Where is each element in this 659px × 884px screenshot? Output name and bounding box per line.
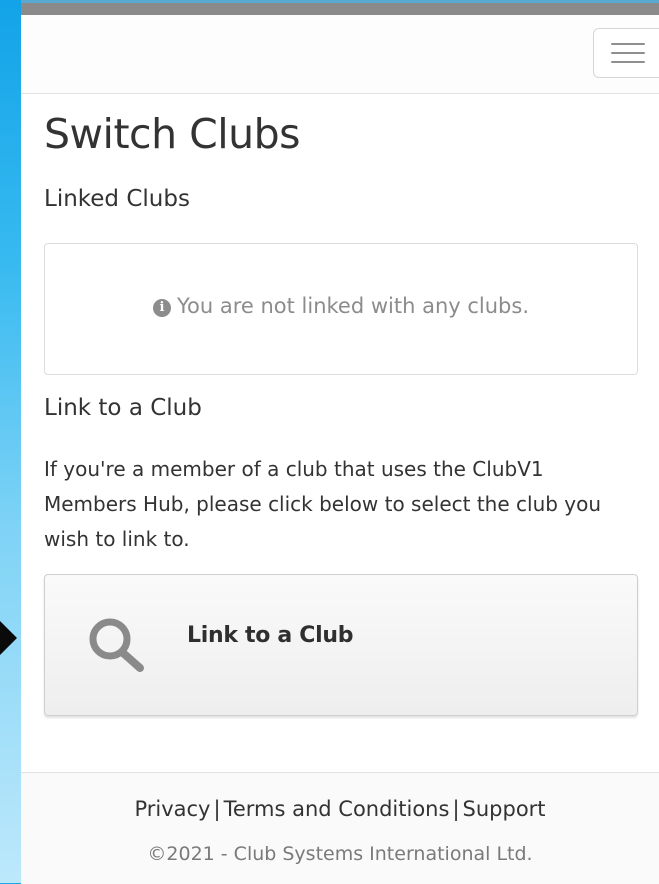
footer-links: Privacy | Terms and Conditions | Support [21, 797, 659, 821]
linked-clubs-heading: Linked Clubs [44, 186, 190, 212]
link-to-club-button-label: Link to a Club [187, 623, 354, 648]
page-title: Switch Clubs [44, 110, 300, 158]
pointer-arrow-icon [0, 621, 17, 655]
background-left-strip [0, 0, 21, 883]
link-to-club-heading: Link to a Club [44, 395, 202, 421]
footer-separator: | [213, 797, 221, 821]
info-circle-icon: i [152, 299, 171, 317]
empty-state-message: You are not linked with any clubs. [176, 294, 530, 318]
menu-toggle-button[interactable] [593, 28, 659, 78]
top-bar [21, 0, 659, 15]
link-to-club-button[interactable]: Link to a Club [44, 574, 638, 716]
link-description: If you're a member of a club that uses t… [44, 457, 602, 551]
navbar [21, 15, 659, 94]
copyright-text: ©2021 - Club Systems International Ltd. [147, 843, 533, 865]
support-link[interactable]: Support [463, 797, 546, 821]
top-bar-accent [21, 0, 659, 3]
terms-link[interactable]: Terms and Conditions [224, 797, 450, 821]
footer: Privacy | Terms and Conditions | Support ©20… [21, 772, 659, 884]
footer-separator: | [452, 797, 460, 821]
app-panel: Switch Clubs Linked Clubs i You are not l… [21, 0, 659, 884]
search-icon [89, 618, 144, 672]
linked-clubs-panel: i You are not linked with any clubs. [44, 243, 638, 375]
privacy-link[interactable]: Privacy [134, 797, 210, 821]
empty-state: i You are not linked with any clubs. [45, 294, 637, 318]
